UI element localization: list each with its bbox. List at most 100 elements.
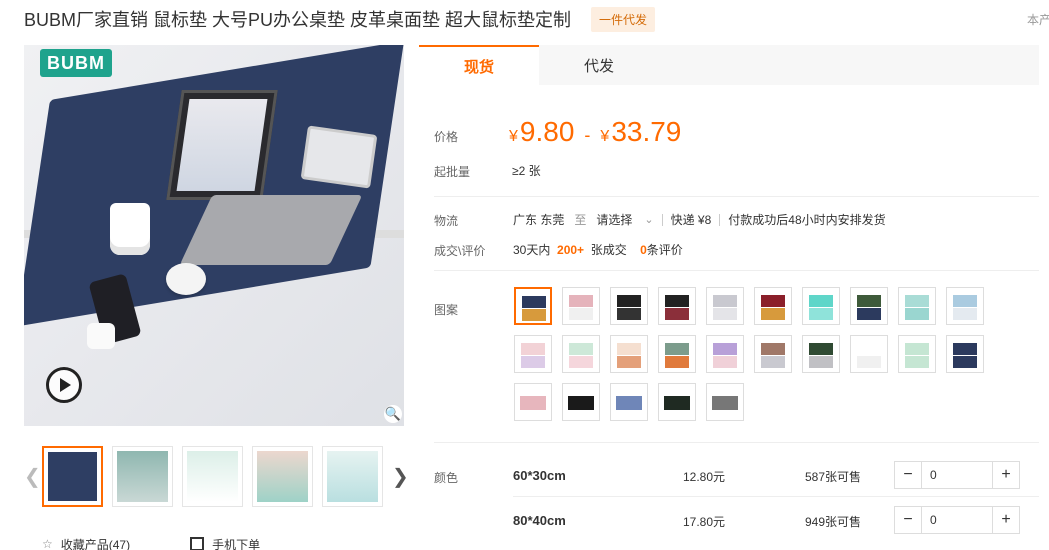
thumb-2[interactable]	[112, 446, 173, 507]
thumb-4[interactable]	[252, 446, 313, 507]
divider	[513, 496, 1039, 497]
pattern-swatch[interactable]	[610, 383, 648, 421]
deals-period: 30天内	[513, 243, 551, 257]
thumbnail-strip: ❮ ❯	[24, 444, 409, 510]
tablet	[300, 125, 378, 189]
size-price: 17.80元	[683, 515, 726, 529]
earbuds-case	[87, 323, 115, 349]
chevron-left-icon[interactable]: ❮	[24, 464, 41, 489]
zoom-icon[interactable]: 🔍	[384, 405, 402, 423]
increment-button[interactable]: +	[993, 507, 1019, 533]
increment-button[interactable]: +	[993, 462, 1019, 488]
destination-select[interactable]: 请选择	[596, 211, 632, 228]
moq-value: ≥2 张	[512, 164, 541, 178]
favorite-label[interactable]: 收藏产品(47)	[61, 536, 130, 550]
logistics-label: 物流	[434, 214, 459, 228]
pattern-swatch[interactable]	[658, 287, 696, 325]
separator	[719, 213, 721, 226]
shipping-note: 付款成功后48小时内安排发货	[728, 213, 886, 227]
mobile-order-label[interactable]: 手机下单	[212, 536, 260, 550]
currency-symbol: ¥	[509, 128, 518, 145]
logistics-to: 至	[574, 213, 587, 227]
size-stock: 949张可售	[805, 515, 862, 529]
tab-dropship[interactable]: 代发	[539, 45, 659, 85]
price-high: 33.79	[611, 116, 682, 147]
deals-label: 成交\评价	[434, 244, 486, 258]
divider	[434, 442, 1039, 443]
pattern-swatch[interactable]	[946, 287, 984, 325]
pattern-swatch[interactable]	[562, 335, 600, 373]
size-row: 80*40cm 17.80元 949张可售 − 0 +	[513, 506, 1039, 536]
pattern-swatch[interactable]	[610, 287, 648, 325]
reviews-count[interactable]: 0	[640, 243, 647, 257]
pattern-swatch[interactable]	[514, 287, 552, 325]
reviews-suffix[interactable]: 条评价	[647, 243, 683, 257]
pattern-swatch[interactable]	[946, 335, 984, 373]
pattern-swatch[interactable]	[802, 335, 840, 373]
thumb-3[interactable]	[182, 446, 243, 507]
pattern-swatch[interactable]	[850, 287, 888, 325]
decrement-button[interactable]: −	[895, 507, 921, 533]
quantity-stepper: − 0 +	[894, 461, 1020, 489]
price-label: 价格	[434, 130, 459, 144]
pattern-swatch[interactable]	[514, 335, 552, 373]
purchase-tabs: 现货 代发	[419, 45, 1039, 85]
pattern-swatch[interactable]	[802, 287, 840, 325]
quantity-stepper: − 0 +	[894, 506, 1020, 534]
star-icon[interactable]: ☆	[42, 537, 53, 550]
pattern-swatch[interactable]	[898, 287, 936, 325]
pattern-swatch[interactable]	[658, 383, 696, 421]
chevron-down-icon[interactable]: ⌄	[644, 213, 653, 226]
pattern-swatch[interactable]	[610, 335, 648, 373]
pattern-swatch[interactable]	[658, 335, 696, 373]
main-product-image[interactable]: BUBM 🔍	[24, 45, 404, 426]
pattern-swatch[interactable]	[706, 383, 744, 421]
chevron-right-icon[interactable]: ❯	[392, 464, 409, 489]
pattern-swatch[interactable]	[562, 287, 600, 325]
decrement-button[interactable]: −	[895, 462, 921, 488]
computer-mouse	[166, 263, 206, 295]
pattern-swatch[interactable]	[706, 287, 744, 325]
separator	[661, 213, 663, 226]
title-row: BUBM厂家直销 鼠标垫 大号PU办公桌垫 皮革桌面垫 超大鼠标垫定制 一件代发…	[24, 6, 1049, 32]
pattern-swatch[interactable]	[754, 287, 792, 325]
quantity-input[interactable]: 0	[921, 507, 993, 533]
color-label: 颜色	[434, 471, 459, 485]
logistics-info: 广东 东莞 至 请选择 ⌄ 快递 ¥8 付款成功后48小时内安排发货	[513, 211, 886, 228]
pattern-swatch[interactable]	[514, 383, 552, 421]
tab-in-stock[interactable]: 现货	[419, 45, 539, 85]
size-stock: 587张可售	[805, 470, 862, 484]
size-price: 12.80元	[683, 470, 726, 484]
pattern-swatch[interactable]	[850, 335, 888, 373]
dropship-badge[interactable]: 一件代发	[591, 6, 656, 32]
pattern-swatch[interactable]	[754, 335, 792, 373]
moq-label: 起批量	[434, 165, 471, 179]
gallery-actions: ☆ 收藏产品(47) 手机下单	[42, 536, 372, 550]
product-title: BUBM厂家直销 鼠标垫 大号PU办公桌垫 皮革桌面垫 超大鼠标垫定制	[24, 10, 572, 30]
pattern-swatch[interactable]	[706, 335, 744, 373]
logistics-origin: 广东 东莞	[513, 213, 565, 227]
thumb-1[interactable]	[42, 446, 103, 507]
price-low: 9.80	[519, 116, 575, 147]
deals-count-suffix: 张成交	[590, 243, 627, 257]
quantity-input[interactable]: 0	[921, 462, 993, 488]
divider	[434, 270, 1039, 271]
pattern-label: 图案	[434, 303, 459, 317]
brand-logo: BUBM	[40, 49, 112, 77]
divider	[434, 196, 1039, 197]
qr-code-icon[interactable]	[190, 537, 205, 550]
play-icon[interactable]	[46, 367, 82, 403]
size-row: 60*30cm 12.80元 587张可售 − 0 +	[513, 461, 1039, 491]
price-range: ¥ 9.80 - ¥ 33.79	[509, 116, 681, 148]
deals-info: 30天内 200+ 张成交 0条评价	[513, 241, 683, 258]
pattern-swatch[interactable]	[898, 335, 936, 373]
price-dash: -	[584, 125, 591, 145]
size-name: 80*40cm	[513, 513, 566, 528]
thumb-5[interactable]	[322, 446, 383, 507]
pattern-swatch[interactable]	[562, 383, 600, 421]
coffee-cup	[110, 203, 150, 255]
express-fee: 快递 ¥8	[670, 213, 712, 227]
laptop-screen	[166, 90, 278, 200]
title-right-label[interactable]: 本产	[1027, 11, 1049, 28]
size-name: 60*30cm	[513, 468, 566, 483]
